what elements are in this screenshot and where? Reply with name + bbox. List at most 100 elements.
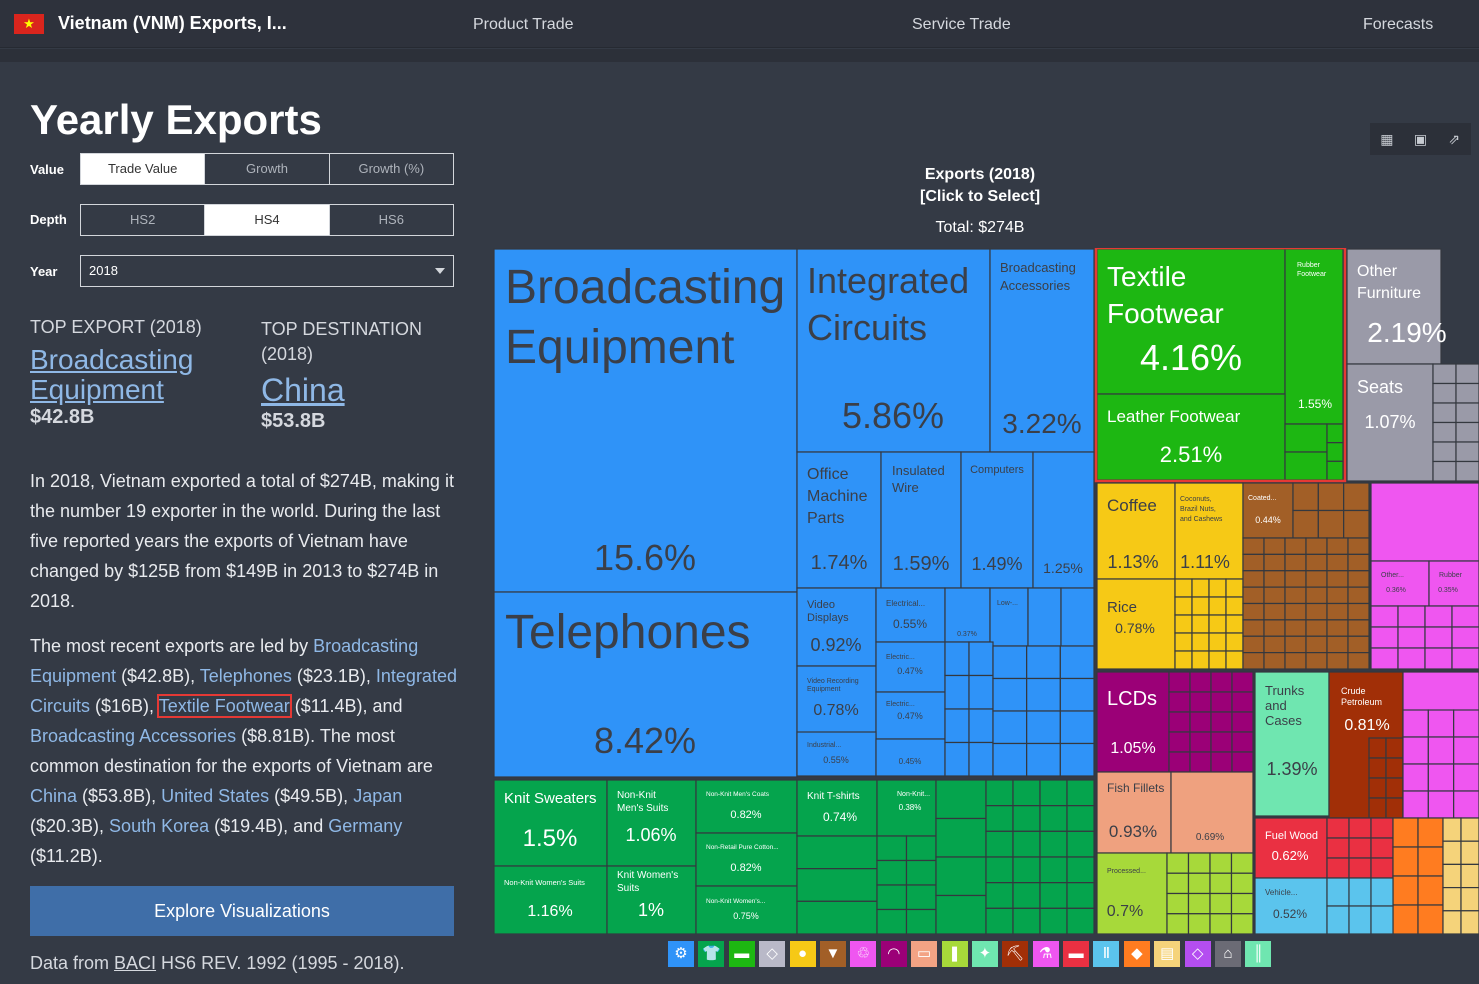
cell-rubber-misc[interactable]: [1428, 560, 1479, 607]
treemap-small-cell[interactable]: [1284, 537, 1307, 555]
treemap-small-cell[interactable]: [1166, 852, 1190, 874]
treemap-small-cell[interactable]: [1326, 460, 1344, 481]
treemap-small-cell[interactable]: [1210, 671, 1233, 693]
treemap-small-cell[interactable]: [1348, 877, 1372, 907]
treemap-small-cell[interactable]: [1242, 602, 1265, 621]
nav-service-trade[interactable]: Service Trade: [912, 16, 1011, 34]
treemap-small-cell[interactable]: [1189, 691, 1212, 713]
treemap-small-cell[interactable]: [992, 645, 1028, 680]
treemap-small-cell[interactable]: [1191, 578, 1210, 598]
treemap-small-cell[interactable]: [1453, 709, 1479, 738]
treemap-small-cell[interactable]: [1059, 742, 1095, 777]
precious-icon[interactable]: ◇: [1184, 941, 1211, 967]
treemap-small-cell[interactable]: [1305, 553, 1328, 572]
treemap-small-cell[interactable]: [1392, 904, 1419, 934]
cell-processed[interactable]: [1096, 852, 1168, 934]
treemap-small-cell[interactable]: [1263, 553, 1286, 572]
treemap-small-cell[interactable]: [1191, 596, 1210, 616]
treemap-small-cell[interactable]: [1059, 645, 1095, 680]
treemap-small-cell[interactable]: [905, 884, 937, 911]
treemap-small-cell[interactable]: [1012, 856, 1041, 884]
treemap-small-cell[interactable]: [1455, 421, 1479, 443]
treemap-small-cell[interactable]: [1209, 892, 1233, 915]
treemap-small-cell[interactable]: [1209, 913, 1233, 934]
treemap-small-cell[interactable]: [1166, 913, 1190, 934]
treemap-small-cell[interactable]: [1187, 892, 1211, 915]
treemap-small-cell[interactable]: [1066, 907, 1095, 934]
treemap-small-cell[interactable]: [1039, 907, 1068, 934]
cell-coated[interactable]: [1242, 482, 1294, 539]
machines-icon[interactable]: ⚙: [668, 941, 694, 967]
treemap-small-cell[interactable]: [1442, 840, 1462, 866]
treemap-small-cell[interactable]: [1305, 586, 1328, 605]
treemap-small-cell[interactable]: [1392, 846, 1419, 877]
textiles-icon[interactable]: 👕: [698, 941, 725, 967]
treemap-small-cell[interactable]: [1455, 382, 1479, 404]
treemap-small-cell[interactable]: [1442, 863, 1462, 889]
treemap-small-cell[interactable]: [1326, 857, 1350, 879]
treemap-small-cell[interactable]: [1174, 614, 1193, 634]
treemap-small-cell[interactable]: [1326, 837, 1350, 859]
treemap-small-cell[interactable]: [1305, 570, 1328, 588]
treemap-small-cell[interactable]: [1263, 537, 1286, 555]
treemap-small-cell[interactable]: [1026, 742, 1061, 777]
treemap-small-cell[interactable]: [1012, 805, 1041, 832]
treemap-small-cell[interactable]: [876, 835, 908, 862]
footwear-icon[interactable]: ▬: [728, 941, 755, 967]
treemap-small-cell[interactable]: [1368, 777, 1387, 799]
treemap-small-cell[interactable]: [1385, 777, 1404, 799]
treemap-small-cell[interactable]: [1174, 650, 1193, 670]
link-china[interactable]: China: [30, 786, 77, 806]
treemap-small-cell[interactable]: [1066, 856, 1095, 884]
treemap-small-cell[interactable]: [1284, 602, 1307, 621]
treemap-small-cell[interactable]: [1231, 691, 1254, 713]
treemap-small-cell[interactable]: [944, 674, 970, 710]
treemap-small-cell[interactable]: [1424, 605, 1453, 628]
cell-knit-tshirts[interactable]: [796, 779, 878, 837]
treemap-small-cell[interactable]: [1027, 587, 1062, 647]
treemap-small-cell[interactable]: [1231, 671, 1254, 693]
misc-icon[interactable]: ♲: [850, 941, 877, 967]
chart-title-line2[interactable]: [Click to Select]: [880, 186, 1080, 208]
treemap-small-cell[interactable]: [1392, 817, 1419, 848]
treemap-small-cell[interactable]: [1026, 677, 1061, 712]
treemap-small-cell[interactable]: [1455, 363, 1479, 385]
treemap-small-cell[interactable]: [1402, 763, 1429, 792]
treemap-small-cell[interactable]: [1242, 570, 1265, 588]
cell-industrial[interactable]: [796, 731, 877, 777]
treemap-small-cell[interactable]: [1174, 632, 1193, 652]
cell-lcds[interactable]: [1096, 671, 1170, 773]
treemap-small-cell[interactable]: [1347, 619, 1370, 637]
treemap-small-cell[interactable]: [1368, 757, 1387, 779]
treemap-small-cell[interactable]: [1191, 632, 1210, 652]
treemap-small-cell[interactable]: [1189, 731, 1212, 753]
treemap-small-cell[interactable]: [1208, 578, 1227, 598]
treemap-small-cell[interactable]: [1059, 677, 1095, 712]
treemap-small-cell[interactable]: [1348, 857, 1372, 879]
top-destination-link[interactable]: China: [261, 374, 345, 406]
treemap-small-cell[interactable]: [1231, 711, 1254, 733]
arts-icon[interactable]: ⌂: [1215, 941, 1242, 967]
treemap-small-cell[interactable]: [1348, 905, 1372, 934]
treemap-small-cell[interactable]: [1460, 910, 1479, 934]
value-option-growth[interactable]: Growth: [205, 154, 330, 184]
treemap-small-cell[interactable]: [1417, 817, 1444, 848]
cell-misc-big[interactable]: [1370, 482, 1479, 562]
treemap-small-cell[interactable]: [1284, 586, 1307, 605]
treemap-small-cell[interactable]: [985, 882, 1014, 909]
treemap-small-cell[interactable]: [1347, 537, 1370, 555]
treemap-small-cell[interactable]: [1284, 423, 1328, 453]
treemap-small-cell[interactable]: [1442, 817, 1462, 842]
treemap-small-cell[interactable]: [1385, 797, 1404, 819]
treemap-small-cell[interactable]: [944, 708, 970, 744]
treemap-small-cell[interactable]: [1460, 886, 1479, 912]
treemap-small-cell[interactable]: [876, 859, 908, 886]
depth-option-hs6[interactable]: HS6: [330, 205, 453, 235]
textiles-raw-icon[interactable]: ║: [1245, 941, 1272, 967]
link-broadcasting-accessories[interactable]: Broadcasting Accessories: [30, 726, 236, 746]
treemap-small-cell[interactable]: [1039, 856, 1068, 884]
treemap-small-cell[interactable]: [1225, 632, 1244, 652]
treemap-small-cell[interactable]: [1208, 614, 1227, 634]
treemap-small-cell[interactable]: [1191, 614, 1210, 634]
treemap-small-cell[interactable]: [1263, 635, 1286, 654]
